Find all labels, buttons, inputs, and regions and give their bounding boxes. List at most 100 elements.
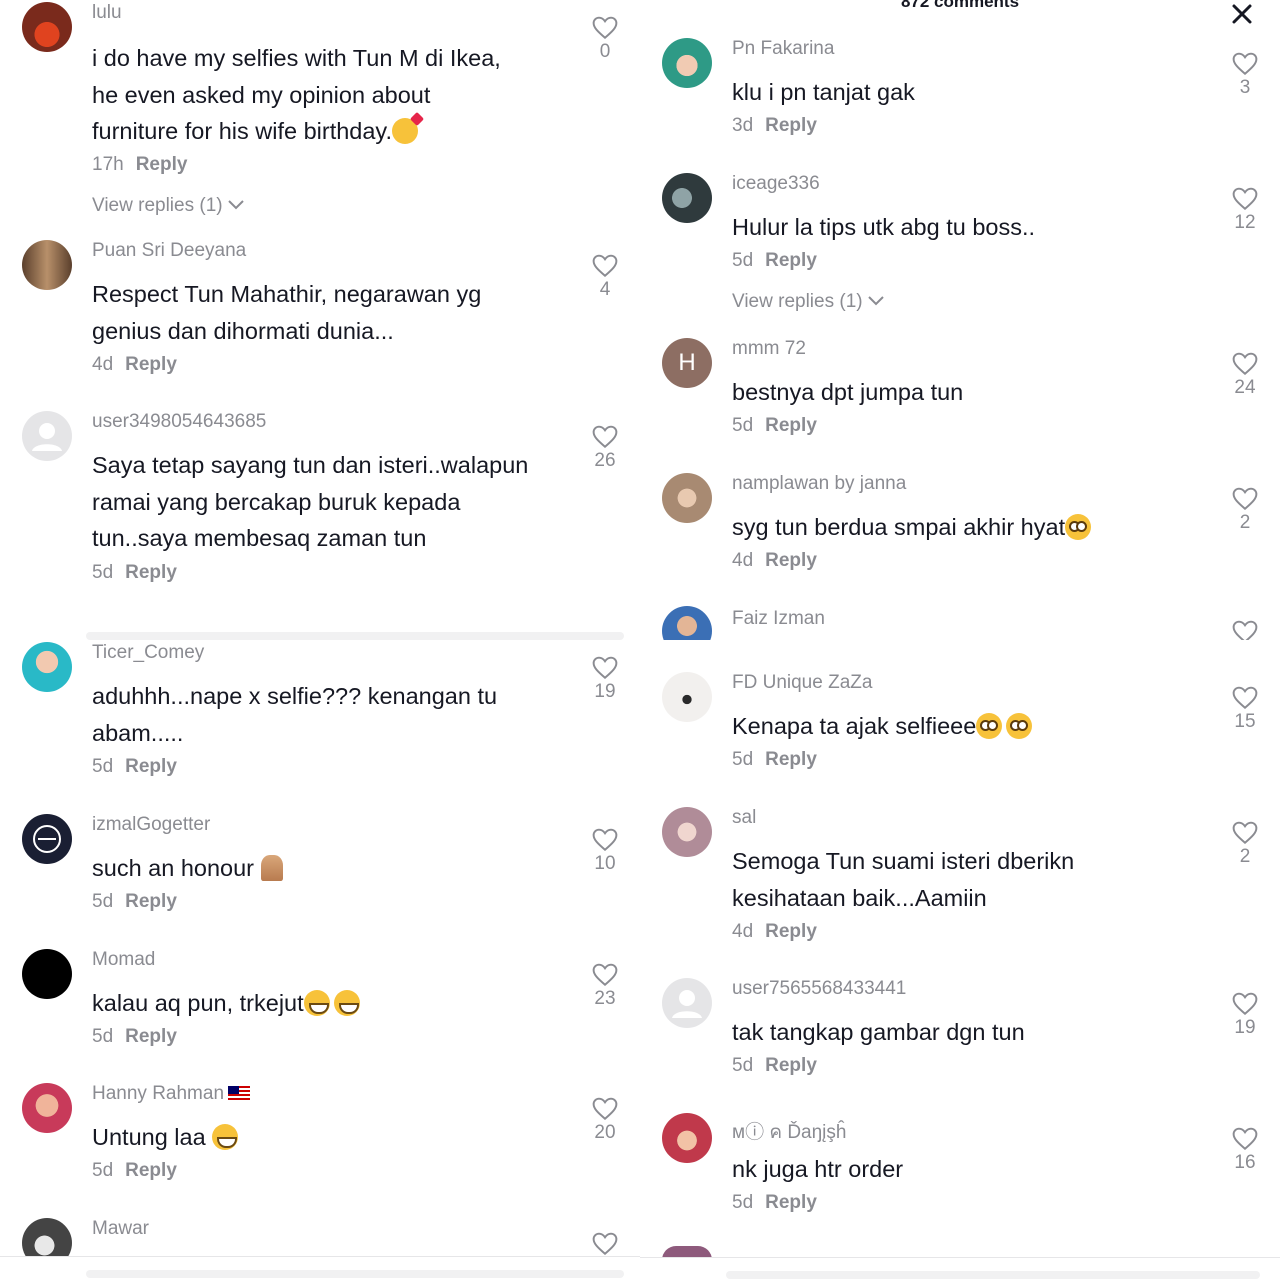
reply-button[interactable]: Reply bbox=[765, 250, 817, 271]
like-button[interactable]: 15 bbox=[1224, 686, 1266, 732]
like-count: 23 bbox=[594, 988, 616, 1009]
username[interactable]: Pn Fakarina bbox=[732, 38, 834, 60]
avatar[interactable] bbox=[662, 672, 712, 722]
avatar[interactable] bbox=[22, 642, 72, 692]
comment-line: Semoga Tun suami isteri dberikn bbox=[732, 848, 1075, 874]
view-replies-button[interactable]: View replies (1) bbox=[732, 291, 884, 313]
view-replies-label: View replies (1) bbox=[92, 195, 223, 216]
avatar[interactable] bbox=[662, 473, 712, 523]
like-button[interactable] bbox=[584, 1232, 626, 1256]
like-button[interactable]: 24 bbox=[1224, 352, 1266, 398]
like-button[interactable]: 23 bbox=[584, 963, 626, 1009]
timestamp: 5d bbox=[732, 250, 754, 271]
close-button[interactable] bbox=[1228, 0, 1256, 28]
avatar[interactable] bbox=[662, 807, 712, 857]
username[interactable]: Faiz Izman bbox=[732, 608, 825, 630]
close-icon bbox=[1232, 4, 1252, 24]
username-text: Hanny Rahman bbox=[92, 1083, 225, 1104]
reply-button[interactable]: Reply bbox=[125, 1160, 177, 1181]
reply-button[interactable]: Reply bbox=[125, 354, 177, 375]
comments-panel-top-right: 872 comments Pn Fakarina klu i pn tanjat… bbox=[640, 0, 1280, 640]
username[interactable]: namplawan by janna bbox=[732, 473, 906, 495]
avatar[interactable] bbox=[662, 606, 712, 640]
comment-meta: 3d Reply bbox=[732, 115, 817, 137]
reply-button[interactable]: Reply bbox=[765, 921, 817, 942]
username[interactable]: FD Unique ZaZa bbox=[732, 672, 872, 694]
like-button[interactable]: 26 bbox=[584, 425, 626, 471]
reply-button[interactable]: Reply bbox=[765, 115, 817, 136]
like-count: 26 bbox=[594, 450, 616, 471]
comment-line: nk juga htr order bbox=[732, 1156, 904, 1182]
reply-button[interactable]: Reply bbox=[765, 550, 817, 571]
avatar[interactable] bbox=[22, 949, 72, 999]
like-button[interactable]: 10 bbox=[584, 828, 626, 874]
comment-line: tun..saya membesaq zaman tun bbox=[92, 525, 427, 551]
like-button[interactable]: 19 bbox=[584, 656, 626, 702]
comment-text: i do have my selfies with Tun M di Ikea,… bbox=[92, 40, 562, 150]
username[interactable]: Mawar bbox=[92, 1218, 149, 1240]
comment-line-text: furniture for his wife birthday. bbox=[92, 118, 392, 144]
comment-line: syg tun berdua smpai akhir hyat bbox=[732, 509, 1202, 546]
reply-button[interactable]: Reply bbox=[125, 562, 177, 583]
username[interactable]: user7565568433441 bbox=[732, 978, 906, 1000]
avatar[interactable] bbox=[22, 411, 72, 461]
username[interactable]: Momad bbox=[92, 949, 155, 971]
reply-button[interactable]: Reply bbox=[765, 1192, 817, 1213]
comment-line: Untung laa bbox=[92, 1119, 562, 1156]
heart-icon bbox=[1232, 1127, 1258, 1151]
username[interactable]: Puan Sri Deeyana bbox=[92, 240, 246, 262]
username[interactable]: lulu bbox=[92, 2, 122, 24]
username[interactable]: izmalGogetter bbox=[92, 814, 210, 836]
grinning-emoji-icon bbox=[212, 1124, 239, 1150]
comment-text: syg tun berdua smpai akhir hyat bbox=[732, 509, 1202, 546]
reply-button[interactable]: Reply bbox=[125, 756, 177, 777]
like-button[interactable] bbox=[1224, 620, 1266, 640]
username[interactable]: Hanny Rahman bbox=[92, 1083, 251, 1105]
avatar[interactable]: H bbox=[662, 338, 712, 388]
input-handle[interactable] bbox=[726, 1271, 1260, 1279]
like-count: 2 bbox=[1239, 846, 1251, 867]
like-count: 19 bbox=[594, 681, 616, 702]
like-button[interactable]: 2 bbox=[1224, 487, 1266, 533]
comment-text: Untung laa bbox=[92, 1119, 562, 1156]
username[interactable]: user3498054643685 bbox=[92, 411, 266, 433]
like-button[interactable]: 3 bbox=[1224, 52, 1266, 98]
reply-button[interactable]: Reply bbox=[125, 1026, 177, 1047]
like-button[interactable]: 0 bbox=[584, 16, 626, 62]
username[interactable]: sal bbox=[732, 807, 756, 829]
avatar[interactable] bbox=[662, 173, 712, 223]
reply-button[interactable]: Reply bbox=[765, 749, 817, 770]
reply-button[interactable]: Reply bbox=[765, 1055, 817, 1076]
avatar[interactable] bbox=[22, 1083, 72, 1133]
avatar[interactable] bbox=[662, 1113, 712, 1163]
like-button[interactable]: 19 bbox=[1224, 992, 1266, 1038]
avatar[interactable] bbox=[22, 240, 72, 290]
like-button[interactable]: 20 bbox=[584, 1097, 626, 1143]
view-replies-button[interactable]: View replies (1) bbox=[92, 195, 244, 217]
like-button[interactable]: 16 bbox=[1224, 1127, 1266, 1173]
reply-button[interactable]: Reply bbox=[136, 154, 188, 175]
like-count: 2 bbox=[1239, 512, 1251, 533]
reply-button[interactable]: Reply bbox=[765, 415, 817, 436]
reply-button[interactable]: Reply bbox=[125, 891, 177, 912]
username[interactable]: Ticer_Comey bbox=[92, 642, 204, 664]
folded-hands-emoji-icon bbox=[260, 855, 283, 881]
like-count: 3 bbox=[1239, 77, 1251, 98]
avatar[interactable] bbox=[22, 814, 72, 864]
like-button[interactable]: 12 bbox=[1224, 187, 1266, 233]
username[interactable]: iceage336 bbox=[732, 173, 820, 195]
avatar[interactable] bbox=[662, 978, 712, 1028]
comment-meta: 5d Reply bbox=[92, 1160, 177, 1182]
like-button[interactable]: 2 bbox=[1224, 821, 1266, 867]
heart-icon bbox=[592, 963, 618, 987]
drag-handle[interactable] bbox=[86, 632, 624, 640]
username[interactable]: ᴍⓘ ค Ďaŋįşĥ bbox=[732, 1117, 846, 1147]
input-handle[interactable] bbox=[86, 1270, 624, 1278]
avatar[interactable] bbox=[662, 38, 712, 88]
username[interactable]: mmm 72 bbox=[732, 338, 806, 360]
like-count: 12 bbox=[1234, 212, 1256, 233]
like-button[interactable]: 4 bbox=[584, 254, 626, 300]
avatar[interactable] bbox=[22, 2, 72, 52]
pleading-face-emoji-icon bbox=[1006, 713, 1033, 739]
timestamp: 5d bbox=[732, 749, 754, 770]
